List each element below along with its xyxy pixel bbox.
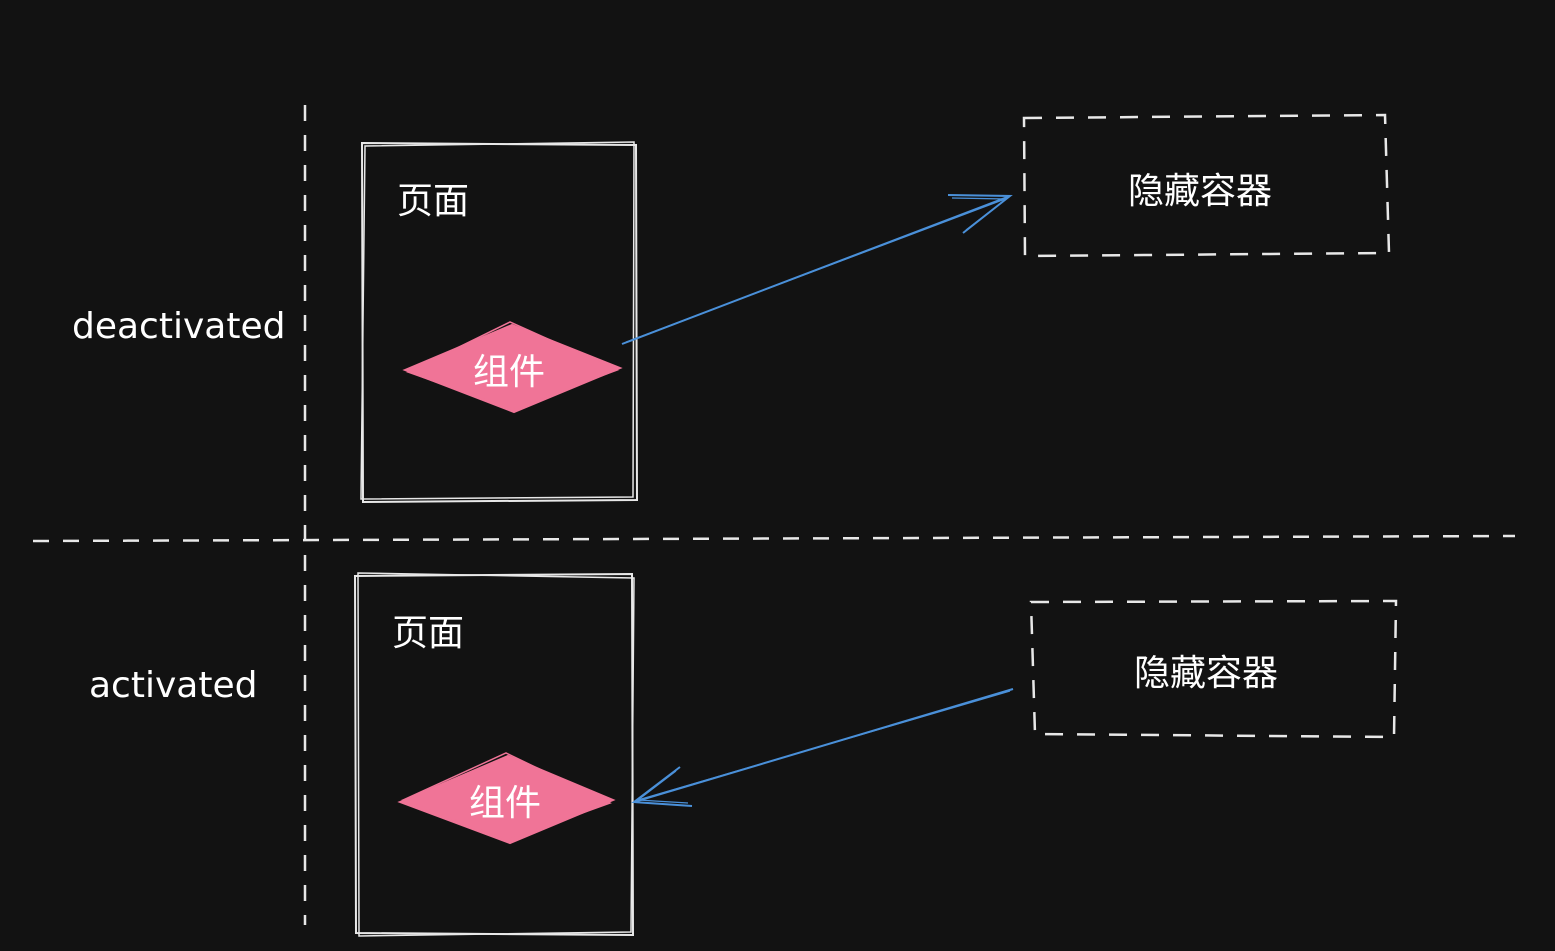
diagram-canvas: deactivated 页面 组件 隐藏容器 activated 页面 组件 隐… — [32, 105, 1516, 937]
page-label: 页面 — [397, 181, 469, 222]
page-label: 页面 — [392, 613, 464, 654]
hidden-container-label: 隐藏容器 — [1134, 653, 1278, 694]
arrow-to-component — [631, 688, 1014, 807]
horizontal-divider — [32, 534, 1516, 543]
state-label: activated — [89, 665, 257, 706]
state-activated: activated 页面 组件 隐藏容器 — [89, 572, 1398, 937]
state-label: deactivated — [72, 306, 285, 347]
hidden-container-label: 隐藏容器 — [1128, 171, 1272, 212]
state-deactivated: deactivated 页面 组件 隐藏容器 — [72, 113, 1391, 504]
component-label: 组件 — [469, 783, 541, 824]
component-label: 组件 — [473, 352, 545, 393]
arrow-to-container — [621, 194, 1013, 345]
